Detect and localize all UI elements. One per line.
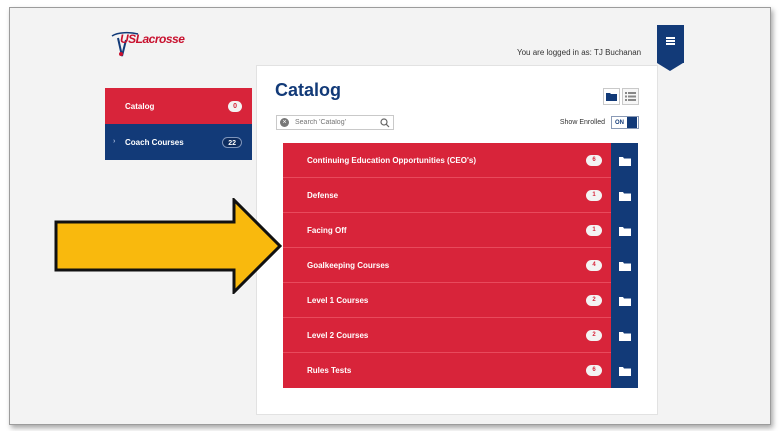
list-item-count: 2 bbox=[586, 330, 602, 341]
toggle-knob bbox=[627, 117, 637, 128]
toggle-state-label: ON bbox=[615, 119, 624, 126]
list-item[interactable]: Goalkeeping Courses 4 bbox=[283, 248, 638, 283]
show-enrolled-label: Show Enrolled bbox=[559, 119, 605, 126]
search-box: × bbox=[276, 115, 394, 130]
folder-icon[interactable] bbox=[611, 213, 638, 248]
list-view-button[interactable] bbox=[622, 88, 639, 105]
view-toggle-group bbox=[603, 88, 639, 105]
show-enrolled-toggle[interactable]: ON bbox=[611, 116, 639, 129]
chevron-right-icon: › bbox=[113, 138, 116, 145]
catalog-list: Continuing Education Opportunities (CEO'… bbox=[283, 143, 638, 388]
folder-icon[interactable] bbox=[611, 353, 638, 388]
list-item-count: 6 bbox=[586, 365, 602, 376]
list-item-label: Defense bbox=[307, 190, 339, 200]
us-lacrosse-logo: USLacrosse bbox=[108, 30, 188, 60]
page-title: Catalog bbox=[275, 80, 342, 100]
logged-in-text: You are logged in as: TJ Buchanan bbox=[517, 48, 642, 57]
list-item[interactable]: Level 2 Courses 2 bbox=[283, 318, 638, 353]
list-item-label: Goalkeeping Courses bbox=[307, 260, 390, 270]
folder-view-icon bbox=[606, 93, 617, 101]
list-item-label: Facing Off bbox=[307, 225, 347, 235]
sidebar-item-label: Coach Courses bbox=[125, 137, 184, 147]
menu-icon bbox=[666, 37, 675, 45]
sidebar-item-coach-courses[interactable]: › Coach Courses 22 bbox=[105, 124, 252, 160]
list-item[interactable]: Rules Tests 6 bbox=[283, 353, 638, 388]
show-enrolled: Show Enrolled ON bbox=[560, 116, 639, 129]
list-view-icon bbox=[625, 92, 636, 101]
search-icon[interactable] bbox=[380, 118, 390, 128]
list-item-label: Continuing Education Opportunities (CEO'… bbox=[307, 155, 476, 165]
folder-icon[interactable] bbox=[611, 318, 638, 353]
list-item[interactable]: Continuing Education Opportunities (CEO'… bbox=[283, 143, 638, 178]
list-item[interactable]: Facing Off 1 bbox=[283, 213, 638, 248]
list-item-count: 2 bbox=[586, 295, 602, 306]
sidebar-item-count: 22 bbox=[222, 137, 242, 148]
folder-icon[interactable] bbox=[611, 178, 638, 213]
arrow-right-icon bbox=[54, 198, 282, 294]
list-item[interactable]: Level 1 Courses 2 bbox=[283, 283, 638, 318]
folder-icon[interactable] bbox=[611, 283, 638, 318]
list-item-count: 1 bbox=[586, 190, 602, 201]
list-item-label: Rules Tests bbox=[307, 366, 352, 375]
list-item-count: 6 bbox=[586, 155, 602, 166]
catalog-panel: Catalog × Show Enrolled bbox=[256, 65, 658, 415]
folder-view-button[interactable] bbox=[603, 88, 620, 105]
list-item-label: Level 2 Courses bbox=[307, 330, 369, 340]
menu-button[interactable] bbox=[657, 25, 684, 71]
search-input[interactable] bbox=[295, 119, 365, 126]
logo-text: USLacrosse bbox=[120, 32, 185, 46]
list-item-count: 1 bbox=[586, 225, 602, 236]
sidebar-item-label: Catalog bbox=[125, 101, 155, 111]
list-item-label: Level 1 Courses bbox=[307, 295, 369, 305]
sidebar-item-catalog[interactable]: Catalog 0 bbox=[105, 88, 252, 124]
folder-icon[interactable] bbox=[611, 248, 638, 283]
list-item[interactable]: Defense 1 bbox=[283, 178, 638, 213]
screenshot-frame: USLacrosse You are logged in as: TJ Buch… bbox=[9, 7, 771, 425]
sidebar-item-count: 0 bbox=[228, 101, 242, 112]
sidebar: Catalog 0 › Coach Courses 22 bbox=[105, 88, 252, 160]
list-item-count: 4 bbox=[586, 260, 602, 271]
clear-search-icon[interactable]: × bbox=[280, 118, 289, 127]
folder-icon[interactable] bbox=[611, 143, 638, 178]
